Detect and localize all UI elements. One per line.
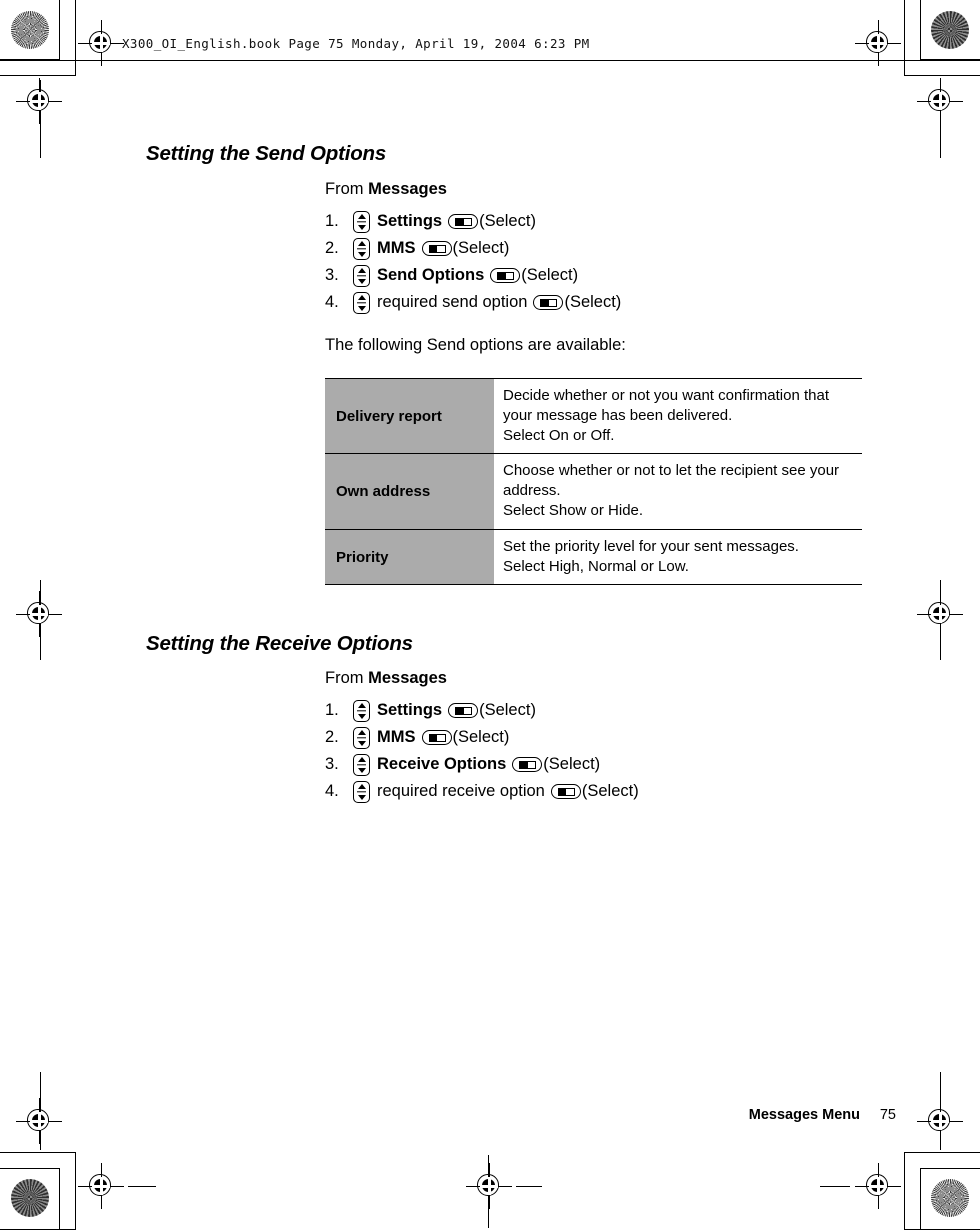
description-line: Set the priority level for your sent mes…: [503, 537, 799, 555]
color-target-disc-top-right: [931, 11, 969, 49]
table-cell-option-description: Set the priority level for your sent mes…: [494, 528, 862, 586]
left-soft-key-icon: [490, 268, 521, 283]
table-cell-option-name: Priority: [325, 528, 494, 586]
registration-mark-lower-left: [16, 1098, 62, 1144]
trim-line-top-right-vertical: [940, 80, 942, 158]
from-line-send: From Messages: [325, 180, 447, 199]
list-item: 4. required receive option (Select): [325, 778, 639, 805]
trim-line-bottom-center-vertical: [488, 1155, 490, 1228]
list-item: 4. required send option (Select): [325, 289, 621, 316]
scroll-up-down-key-icon: [353, 237, 370, 260]
table-row: Delivery report Decide whether or not yo…: [325, 377, 862, 455]
step-action: (Select): [543, 755, 601, 773]
list-item: 1. Settings (Select): [325, 208, 621, 235]
scroll-up-down-key-icon: [353, 264, 370, 287]
scroll-up-down-key-icon: [353, 291, 370, 314]
from-target-messages: Messages: [368, 669, 447, 687]
lead-text-send-options: The following Send options are available…: [325, 336, 626, 354]
scroll-up-down-key-icon: [353, 699, 370, 722]
step-label: MMS: [377, 239, 416, 257]
step-number: 1.: [325, 212, 339, 230]
step-label: Send Options: [377, 266, 485, 284]
table-cell-option-name: Own address: [325, 453, 494, 530]
trim-line-bottom-right-vertical: [940, 1072, 942, 1150]
list-item: 3. Send Options (Select): [325, 262, 621, 289]
registration-mark-bottom-left: [78, 1163, 124, 1209]
steps-list-send-options: 1. Settings (Select) 2. MMS (Select) 3. …: [325, 208, 621, 316]
description-line: Select On or Off.: [503, 426, 615, 444]
registration-mark-mid-left: [16, 591, 62, 637]
left-soft-key-icon: [533, 295, 564, 310]
step-action: (Select): [564, 293, 622, 311]
trim-line-top-left-vertical: [40, 80, 42, 158]
left-soft-key-icon: [421, 730, 452, 745]
table-row: Priority Set the priority level for your…: [325, 528, 862, 586]
description-line: Select High, Normal or Low.: [503, 557, 689, 575]
print-header-text: X300_OI_English.book Page 75 Monday, Apr…: [122, 36, 590, 51]
left-soft-key-icon: [448, 703, 479, 718]
from-target-messages: Messages: [368, 180, 447, 198]
step-number: 3.: [325, 755, 339, 773]
step-label: MMS: [377, 728, 416, 746]
table-cell-option-name: Delivery report: [325, 377, 494, 455]
color-target-disc-bottom-left: [11, 1179, 49, 1217]
left-soft-key-icon: [550, 784, 581, 799]
table-cell-option-description: Choose whether or not to let the recipie…: [494, 453, 862, 530]
left-soft-key-icon: [448, 214, 479, 229]
send-options-table: Delivery report Decide whether or not yo…: [325, 377, 862, 586]
step-label: Settings: [377, 212, 443, 230]
list-item: 2. MMS (Select): [325, 235, 621, 262]
step-action: (Select): [452, 239, 510, 257]
scroll-up-down-key-icon: [353, 726, 370, 749]
color-target-disc-bottom-right: [931, 1179, 969, 1217]
description-line: Decide whether or not you want confirmat…: [503, 387, 830, 424]
steps-list-receive-options: 1. Settings (Select) 2. MMS (Select) 3. …: [325, 697, 639, 805]
step-action: (Select): [521, 266, 579, 284]
from-prefix: From: [325, 180, 369, 198]
scroll-up-down-key-icon: [353, 753, 370, 776]
section-title-send-options: Setting the Send Options: [146, 142, 387, 165]
step-label: Receive Options: [377, 755, 507, 773]
table-cell-option-description: Decide whether or not you want confirmat…: [494, 377, 862, 455]
section-title-receive-options: Setting the Receive Options: [146, 632, 413, 655]
footer-page-number: 75: [879, 1107, 896, 1123]
step-action: (Select): [479, 212, 536, 230]
left-soft-key-icon: [512, 757, 543, 772]
left-soft-key-icon: [421, 241, 452, 256]
step-action: (Select): [581, 782, 639, 800]
step-number: 4.: [325, 293, 339, 311]
list-item: 3. Receive Options (Select): [325, 751, 639, 778]
step-label: Settings: [377, 701, 443, 719]
step-number: 1.: [325, 701, 339, 719]
header-rule: [0, 60, 980, 61]
trim-line-mid-right-vertical: [940, 580, 942, 660]
from-prefix: From: [325, 669, 369, 687]
trim-line-bottom-left-vertical: [40, 1072, 42, 1150]
list-item: 1. Settings (Select): [325, 697, 639, 724]
step-number: 4.: [325, 782, 339, 800]
step-number: 2.: [325, 728, 339, 746]
step-action: (Select): [479, 701, 536, 719]
step-action: (Select): [452, 728, 510, 746]
registration-mark-bottom-right: [855, 1163, 901, 1209]
step-number: 3.: [325, 266, 339, 284]
trim-line-mid-left-vertical: [40, 580, 42, 660]
trim-line-bottom-right-horizontal: [820, 1185, 850, 1187]
description-line: Select Show or Hide.: [503, 501, 644, 519]
registration-mark-upper-left: [16, 78, 62, 124]
step-number: 2.: [325, 239, 339, 257]
list-item: 2. MMS (Select): [325, 724, 639, 751]
table-row: Own address Choose whether or not to let…: [325, 453, 862, 530]
description-line: Choose whether or not to let the recipie…: [503, 462, 840, 500]
scroll-up-down-key-icon: [353, 780, 370, 803]
step-label: required receive option: [377, 782, 545, 800]
footer-chapter-label: Messages Menu: [748, 1107, 860, 1123]
color-target-disc-top-left: [11, 11, 49, 49]
trim-line-bottom-left-horizontal: [128, 1185, 156, 1187]
trim-line-bottom-center-horizontal-left: [516, 1185, 542, 1187]
from-line-receive: From Messages: [325, 669, 447, 688]
step-label: required send option: [377, 293, 528, 311]
scroll-up-down-key-icon: [353, 210, 370, 233]
